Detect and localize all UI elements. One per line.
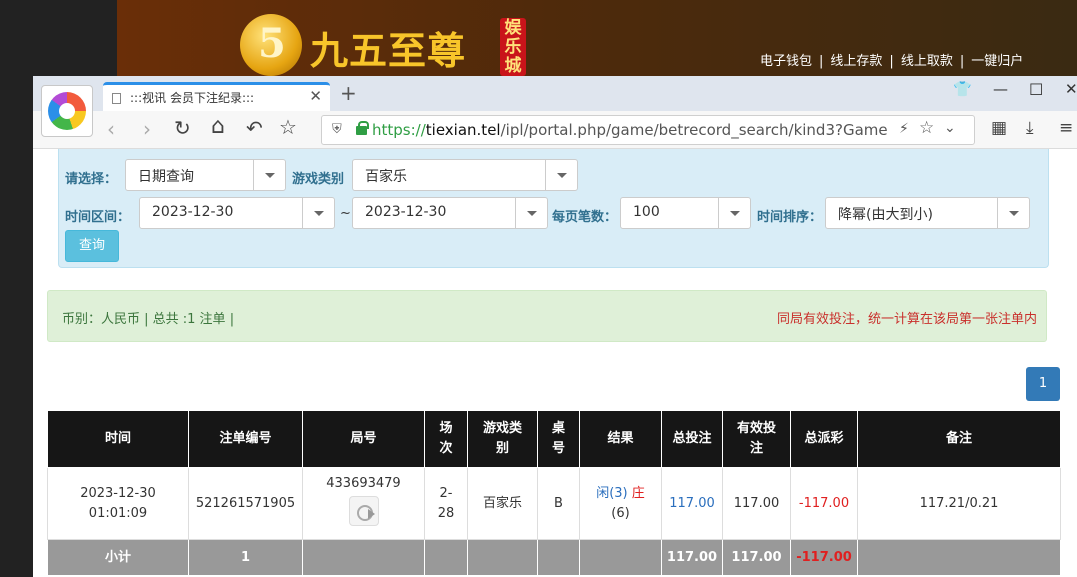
query-type-select[interactable]: 日期查询: [125, 159, 286, 191]
subtotal-row: 小计 1 117.00 117.00 -117.00: [47, 539, 1061, 576]
col-header-table-no: 桌号: [537, 410, 580, 468]
video-replay-icon[interactable]: [348, 496, 379, 526]
tab-title: :::视讯 会员下注纪录:::: [130, 91, 255, 105]
browser-toolbar: ‹ › ↻ ⌂ ↶ ☆ ⛨ https://tiexian.tel/ipl/po…: [33, 111, 1077, 149]
pagination-page-1[interactable]: 1: [1026, 367, 1060, 401]
skin-icon[interactable]: 👕: [953, 80, 972, 98]
home-icon[interactable]: ⌂: [211, 114, 225, 139]
cell-total-bet: 117.00: [661, 467, 723, 540]
subtotal-label: 小计: [47, 539, 189, 576]
col-header-time: 时间: [47, 410, 189, 468]
apps-grid-icon[interactable]: ▦: [991, 118, 1007, 138]
select-label: 请选择：: [65, 172, 118, 187]
chevron-down-icon: [302, 198, 334, 228]
summary-bar: 币别：人民币 | 总共 :1 注单 | 同局有效投注，统一计算在该局第一张注单内: [47, 290, 1047, 342]
menu-icon[interactable]: ≡: [1059, 118, 1073, 138]
forward-icon[interactable]: ›: [143, 117, 151, 141]
download-icon[interactable]: ⤓: [1026, 118, 1034, 138]
filter-panel: 请选择： 日期查询 游戏类别 百家乐 时间区间： 2023-12-30 ~ 20…: [58, 149, 1049, 268]
col-header-round-id: 局号: [302, 410, 425, 468]
game-type-select[interactable]: 百家乐: [352, 159, 578, 191]
sort-label: 时间排序：: [757, 210, 823, 225]
cell-valid-bet: 117.00: [722, 467, 791, 540]
nav-withdraw-link[interactable]: 线上取款: [901, 54, 953, 69]
page-content: 请选择： 日期查询 游戏类别 百家乐 时间区间： 2023-12-30 ~ 20…: [33, 149, 1077, 577]
address-bar[interactable]: ⛨ https://tiexian.tel/ipl/portal.php/gam…: [321, 115, 975, 145]
new-tab-icon[interactable]: +: [340, 81, 357, 105]
reload-icon[interactable]: ↻: [174, 116, 191, 140]
nav-consolidate-link[interactable]: 一键归户: [971, 54, 1023, 69]
cell-result: 闲(3) 庄 (6): [579, 467, 662, 540]
cell-game: 百家乐: [467, 467, 538, 540]
sort-order-select[interactable]: 降幂(由大到小): [825, 197, 1030, 229]
browser-logo-icon[interactable]: [41, 85, 93, 137]
date-from-select[interactable]: 2023-12-30: [139, 197, 335, 229]
game-type-label: 游戏类别: [292, 172, 345, 187]
subtotal-total-bet: 117.00: [661, 539, 723, 576]
col-header-result: 结果: [579, 410, 662, 468]
minimize-icon[interactable]: —: [993, 80, 1008, 98]
logo-digit: 5: [258, 20, 286, 67]
browser-window: :::视讯 会员下注纪录::: ✕ + 👕 — ☐ ✕ ‹ › ↻ ⌂ ↶ ☆ …: [33, 76, 1077, 577]
subtotal-valid-bet: 117.00: [722, 539, 791, 576]
col-header-bet-id: 注单编号: [188, 410, 303, 468]
query-button[interactable]: 查询: [65, 230, 119, 262]
page-size-select[interactable]: 100: [620, 197, 751, 229]
subtotal-payout: -117.00: [790, 539, 858, 576]
summary-text: 币别：人民币 | 总共 :1 注单 |: [62, 312, 235, 327]
col-header-total-bet: 总投注: [661, 410, 723, 468]
tab-bar: :::视讯 会员下注纪录::: ✕ + 👕 — ☐ ✕: [33, 76, 1077, 137]
logo-badge: 娱乐城: [500, 18, 526, 76]
nav-deposit-link[interactable]: 线上存款: [830, 54, 882, 69]
col-header-valid-bet: 有效投注: [722, 410, 791, 468]
close-window-icon[interactable]: ✕: [1065, 80, 1077, 98]
bookmark-star-icon[interactable]: ☆: [279, 115, 297, 139]
chevron-down-icon: [515, 198, 547, 228]
chevron-down-icon: [997, 198, 1029, 228]
maximize-icon[interactable]: ☐: [1029, 80, 1043, 99]
back-icon[interactable]: ‹: [107, 117, 115, 141]
subtotal-count: 1: [188, 539, 303, 576]
chevron-down-icon: [253, 160, 285, 190]
col-header-session: 场次: [424, 410, 468, 468]
summary-note: 同局有效投注，统一计算在该局第一张注单内: [776, 312, 1037, 327]
cell-bet-id: 521261571905: [188, 467, 303, 540]
address-dropdown-icon[interactable]: ⌄: [944, 120, 956, 136]
cell-round-id: 433693479: [302, 467, 425, 540]
date-range-label: 时间区间：: [65, 210, 131, 225]
cell-session: 2- 28: [424, 467, 468, 540]
nav-wallet-link[interactable]: 电子钱包: [760, 54, 812, 69]
lock-icon: [356, 121, 369, 135]
shield-icon[interactable]: ⛨: [332, 122, 342, 137]
tab-bet-record[interactable]: :::视讯 会员下注纪录::: ✕: [103, 82, 330, 111]
undo-close-icon[interactable]: ↶: [246, 116, 263, 140]
cell-table-no: B: [537, 467, 580, 540]
col-header-payout: 总派彩: [790, 410, 858, 468]
cell-payout: -117.00: [790, 467, 858, 540]
tab-close-icon[interactable]: ✕: [309, 87, 322, 105]
table-row: 2023-12-30 01:01:09 521261571905 43369347…: [47, 467, 1061, 540]
col-header-game-type: 游戏类别: [467, 410, 538, 468]
cell-time: 2023-12-30 01:01:09: [47, 467, 189, 540]
col-header-remark: 备注: [857, 410, 1061, 468]
url-text[interactable]: https://tiexian.tel/ipl/portal.php/game/…: [372, 121, 888, 139]
chevron-down-icon: [718, 198, 750, 228]
logo-text: 九五至尊: [310, 28, 467, 73]
bet-records-table: 时间 注单编号 局号 场次 游戏类别 桌号 结果 总投注 有效投注 总派彩 备注…: [47, 410, 1061, 576]
bolt-icon[interactable]: ⚡: [899, 121, 909, 137]
site-nav: 电子钱包 | 线上存款 | 线上取款 | 一键归户: [760, 54, 1024, 69]
cell-remark: 117.21/0.21: [857, 467, 1061, 540]
chevron-down-icon: [545, 160, 577, 190]
table-header-row: 时间 注单编号 局号 场次 游戏类别 桌号 结果 总投注 有效投注 总派彩 备注: [47, 410, 1061, 468]
date-to-select[interactable]: 2023-12-30: [352, 197, 548, 229]
favorite-star-icon[interactable]: ☆: [919, 118, 934, 138]
page-icon: [112, 93, 121, 104]
page-size-label: 每页笔数：: [552, 210, 618, 225]
date-separator: ~: [340, 206, 351, 221]
